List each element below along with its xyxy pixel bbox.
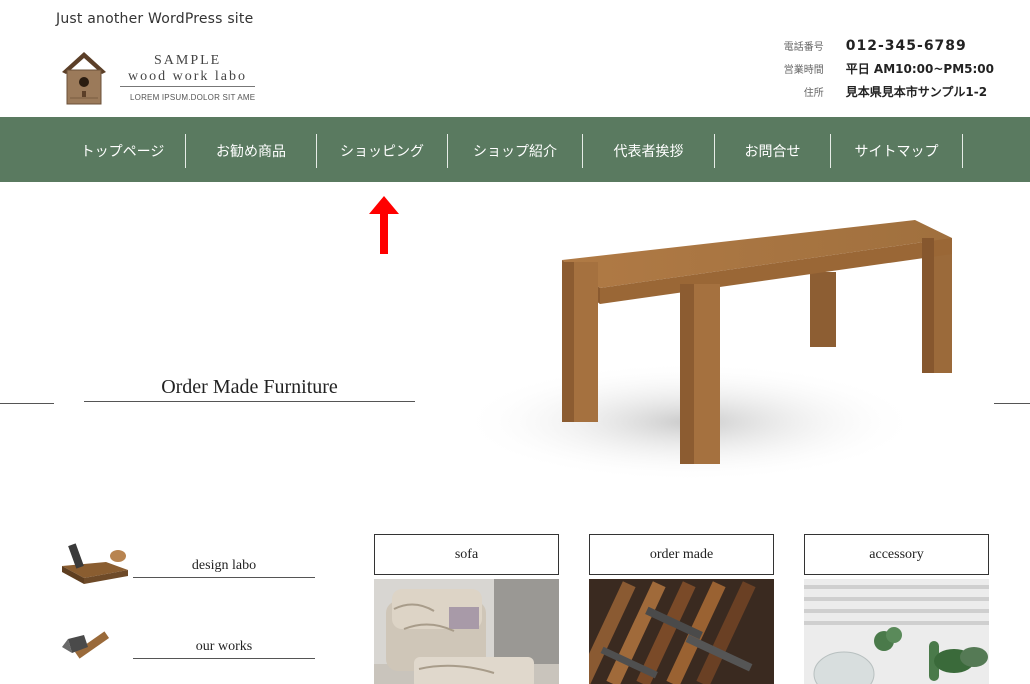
nav-item-contact[interactable]: お問合せ xyxy=(715,134,831,168)
nav-item-shopping[interactable]: ショッピング xyxy=(317,134,448,168)
hero-divider-left xyxy=(0,403,54,404)
logo-name-text: wood work labo xyxy=(120,69,255,87)
phone-value: 012-345-6789 xyxy=(845,37,967,54)
contact-hours-row: 営業時間 平日 AM10:00~PM5:00 xyxy=(768,57,994,80)
nav-item-shop-intro[interactable]: ショップ紹介 xyxy=(448,134,583,168)
contact-phone-row: 電話番号 012-345-6789 xyxy=(768,34,994,57)
hours-label: 営業時間 xyxy=(783,65,824,76)
wood-plane-icon xyxy=(62,543,128,584)
chisels-photo xyxy=(576,579,774,684)
site-logo[interactable]: SAMPLE wood work labo LOREM IPSUM.DOLOR … xyxy=(60,48,280,108)
nav-item-top-page[interactable]: トップページ xyxy=(60,134,186,168)
nav-item-sitemap[interactable]: サイトマップ xyxy=(831,134,963,168)
site-tagline: Just another WordPress site xyxy=(56,11,254,27)
birdhouse-logo-icon xyxy=(62,52,106,105)
our-works-label: our works xyxy=(133,639,315,659)
hero-divider-right xyxy=(994,403,1030,404)
phone-label: 電話番号 xyxy=(783,42,824,53)
contact-info: 電話番号 012-345-6789 営業時間 平日 AM10:00~PM5:00… xyxy=(768,34,994,103)
address-label: 住所 xyxy=(803,88,824,99)
logo-subtext: LOREM IPSUM.DOLOR SIT AME xyxy=(130,93,256,102)
contact-address-row: 住所 見本県見本市サンプル1-2 xyxy=(768,80,994,103)
address-value: 見本県見本市サンプル1-2 xyxy=(845,85,988,99)
category-card-accessory: accessory xyxy=(804,534,989,684)
hours-value: 平日 AM10:00~PM5:00 xyxy=(845,62,994,76)
plants-photo xyxy=(804,579,989,684)
design-labo-label: design labo xyxy=(133,558,315,578)
sofa-button[interactable]: sofa xyxy=(374,534,559,575)
sofa-photo xyxy=(374,579,559,684)
nav-item-recommended[interactable]: お勧め商品 xyxy=(186,134,317,168)
hammer-icon xyxy=(62,631,110,659)
accessory-button[interactable]: accessory xyxy=(804,534,989,575)
category-card-sofa: sofa xyxy=(374,534,559,684)
red-arrow-icon xyxy=(369,196,399,254)
wooden-table-image xyxy=(470,220,952,482)
logo-sample-text: SAMPLE xyxy=(154,53,222,68)
hero-title: Order Made Furniture xyxy=(84,376,415,402)
category-card-order-made: order made xyxy=(576,534,774,684)
order-made-button[interactable]: order made xyxy=(589,534,774,575)
main-nav: トップページ お勧め商品 ショッピング ショップ紹介 代表者挨拶 お問合せ サイ… xyxy=(0,117,1030,182)
nav-item-greeting[interactable]: 代表者挨拶 xyxy=(583,134,715,168)
